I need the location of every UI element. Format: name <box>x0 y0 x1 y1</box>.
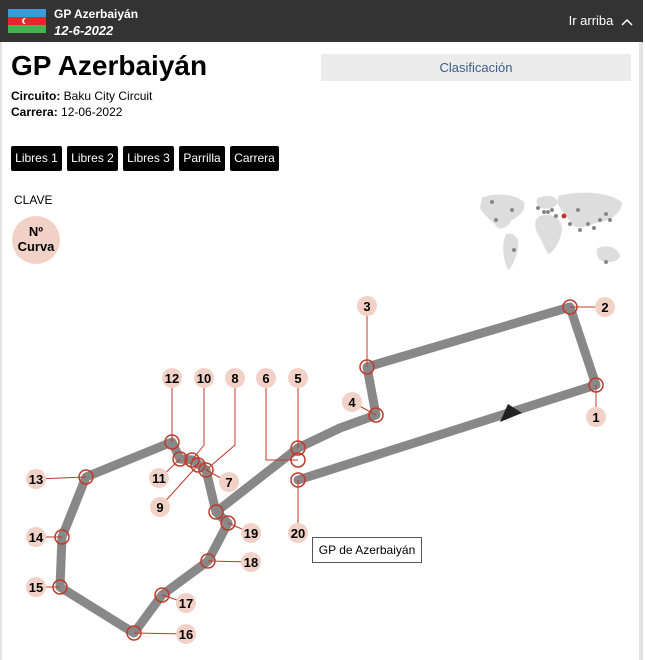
svg-text:6: 6 <box>262 371 269 386</box>
circuit-tooltip: GP de Azerbaiyán <box>312 537 422 563</box>
turn-label-8: 8 <box>225 368 245 388</box>
turn-label-13: 13 <box>26 469 46 489</box>
svg-text:8: 8 <box>231 371 238 386</box>
svg-text:9: 9 <box>156 500 163 515</box>
svg-text:15: 15 <box>29 580 43 595</box>
svg-text:3: 3 <box>363 299 370 314</box>
turn-label-15: 15 <box>26 577 46 597</box>
turn-label-2: 2 <box>595 297 615 317</box>
turn-label-1: 1 <box>586 407 606 427</box>
svg-text:19: 19 <box>244 526 258 541</box>
turn-label-3: 3 <box>357 296 377 316</box>
turn-label-17: 17 <box>176 593 196 613</box>
turn-label-16: 16 <box>176 624 196 644</box>
turn-label-12: 12 <box>162 368 182 388</box>
svg-text:20: 20 <box>291 526 305 541</box>
svg-text:13: 13 <box>29 472 43 487</box>
turn-label-14: 14 <box>26 527 46 547</box>
turn-label-4: 4 <box>342 392 362 412</box>
turn-label-18: 18 <box>241 552 261 572</box>
svg-text:5: 5 <box>294 371 301 386</box>
svg-text:11: 11 <box>152 471 166 486</box>
svg-text:18: 18 <box>244 555 258 570</box>
turn-label-20: 20 <box>288 523 308 543</box>
turn-label-11: 11 <box>149 468 169 488</box>
svg-text:14: 14 <box>29 530 44 545</box>
turn-label-10: 10 <box>194 368 214 388</box>
svg-text:12: 12 <box>165 371 179 386</box>
turn-label-5: 5 <box>288 368 308 388</box>
turn-label-6: 6 <box>256 368 276 388</box>
svg-text:4: 4 <box>348 395 356 410</box>
turn-label-19: 19 <box>241 523 261 543</box>
svg-text:7: 7 <box>225 475 232 490</box>
turn-label-7: 7 <box>219 472 239 492</box>
svg-text:10: 10 <box>197 371 211 386</box>
track-path <box>55 302 601 638</box>
svg-text:2: 2 <box>601 300 608 315</box>
svg-text:1: 1 <box>592 410 599 425</box>
svg-text:16: 16 <box>179 627 193 642</box>
turn-label-9: 9 <box>150 497 170 517</box>
svg-text:17: 17 <box>179 596 193 611</box>
